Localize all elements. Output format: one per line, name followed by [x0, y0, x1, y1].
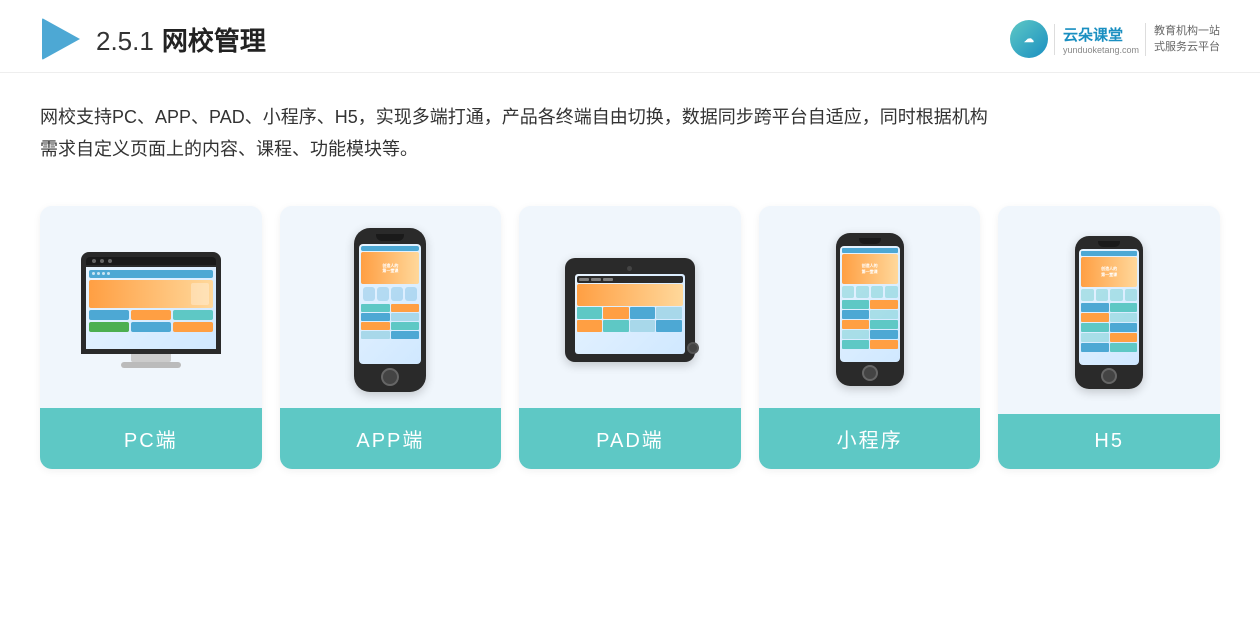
card-pad: PAD端 — [519, 206, 741, 469]
card-h5: 创造人的第一堂课 — [998, 206, 1220, 469]
logo-play-icon — [40, 18, 82, 60]
description-section: 网校支持PC、APP、PAD、小程序、H5，实现多端打通，产品各终端自由切换，数… — [0, 73, 1260, 178]
card-pad-image — [519, 206, 741, 408]
card-miniprogram-label: 小程序 — [759, 408, 981, 469]
mini-phone-device-1: 创造人的第一堂课 — [836, 233, 904, 386]
title-number: 2.5.1 — [96, 26, 154, 57]
description-line2: 需求自定义页面上的内容、课程、功能模块等。 — [40, 139, 418, 159]
page-title-section: 2.5.1 网校管理 — [96, 21, 266, 58]
logo-domain: yunduoketang.com — [1063, 45, 1139, 55]
card-miniprogram-image: 创造人的第一堂课 — [759, 206, 981, 408]
card-h5-image: 创造人的第一堂课 — [998, 206, 1220, 414]
phone-device-app: 创造人的第一堂课 — [354, 228, 426, 392]
header: 2.5.1 网校管理 ☁ 云朵课堂 yunduoketang.com 教育机构一… — [0, 0, 1260, 73]
logo-container: ☁ 云朵课堂 yunduoketang.com 教育机构一站 式服务云平台 — [1010, 20, 1220, 58]
logo-text-block: 云朵课堂 yunduoketang.com — [1054, 24, 1139, 55]
card-app-label: APP端 — [280, 408, 502, 469]
header-left: 2.5.1 网校管理 — [40, 18, 266, 60]
card-miniprogram: 创造人的第一堂课 — [759, 206, 981, 469]
card-pc-label: PC端 — [40, 408, 262, 469]
logo-circle-icon: ☁ — [1010, 20, 1048, 58]
title-main: 网校管理 — [162, 21, 266, 58]
logo-cloud-text: ☁ — [1024, 34, 1034, 45]
card-h5-label: H5 — [998, 414, 1220, 469]
mini-phone-device-2: 创造人的第一堂课 — [1075, 236, 1143, 389]
card-pad-label: PAD端 — [519, 408, 741, 469]
card-app-image: 创造人的第一堂课 — [280, 206, 502, 408]
card-pc-image — [40, 206, 262, 408]
cards-container: PC端 创造人的第一堂课 — [0, 178, 1260, 499]
card-app: 创造人的第一堂课 — [280, 206, 502, 469]
logo-slogan-line2: 式服务云平台 — [1154, 41, 1220, 53]
monitor-device — [81, 252, 221, 368]
card-pc: PC端 — [40, 206, 262, 469]
logo-slogan-line1: 教育机构一站 — [1154, 25, 1220, 37]
logo-brand-name: 云朵课堂 — [1063, 24, 1139, 45]
description-line1: 网校支持PC、APP、PAD、小程序、H5，实现多端打通，产品各终端自由切换，数… — [40, 107, 988, 127]
pad-device — [565, 258, 695, 362]
phone-notch — [376, 234, 404, 241]
logo-slogan: 教育机构一站 式服务云平台 — [1145, 23, 1220, 56]
